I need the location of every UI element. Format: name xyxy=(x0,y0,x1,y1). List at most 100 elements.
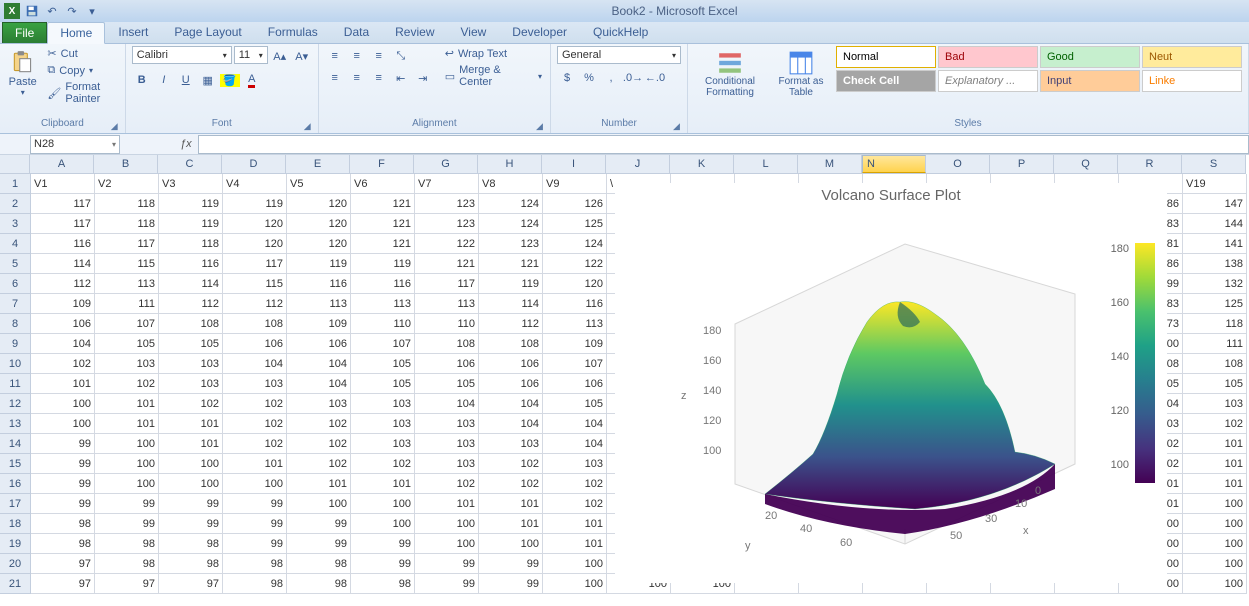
cell[interactable]: 124 xyxy=(479,194,543,214)
cell[interactable]: 126 xyxy=(543,194,607,214)
cell[interactable]: 108 xyxy=(415,334,479,354)
cell[interactable]: 124 xyxy=(543,234,607,254)
cell[interactable]: 105 xyxy=(543,394,607,414)
cell[interactable]: 113 xyxy=(351,294,415,314)
redo-icon[interactable]: ↷ xyxy=(64,3,80,19)
row-header[interactable]: 12 xyxy=(0,394,30,414)
cell[interactable]: 99 xyxy=(31,454,95,474)
tab-quickhelp[interactable]: QuickHelp xyxy=(580,21,661,43)
row-header[interactable]: 16 xyxy=(0,474,30,494)
file-tab[interactable]: File xyxy=(2,22,47,43)
cell[interactable]: 102 xyxy=(287,434,351,454)
cell[interactable]: 132 xyxy=(1183,274,1247,294)
cell[interactable]: 101 xyxy=(287,474,351,494)
column-header[interactable]: B xyxy=(94,155,158,173)
cell[interactable]: 122 xyxy=(415,234,479,254)
cell[interactable]: 109 xyxy=(31,294,95,314)
font-name-select[interactable]: Calibri▾ xyxy=(132,46,232,64)
styles-gallery[interactable]: NormalBadGoodNeutCheck CellExplanatory .… xyxy=(836,46,1242,92)
cell[interactable]: 101 xyxy=(31,374,95,394)
cell[interactable]: 105 xyxy=(1183,374,1247,394)
cell[interactable]: 100 xyxy=(1183,514,1247,534)
row-header[interactable]: 7 xyxy=(0,294,30,314)
cell[interactable]: V6 xyxy=(351,174,415,194)
dialog-launcher-icon[interactable]: ◢ xyxy=(536,121,548,131)
cell[interactable]: 99 xyxy=(95,514,159,534)
column-header[interactable]: O xyxy=(926,155,990,173)
cell[interactable]: 120 xyxy=(287,194,351,214)
cell[interactable]: 104 xyxy=(31,334,95,354)
font-size-select[interactable]: 11▾ xyxy=(234,46,268,64)
decrease-decimal-icon[interactable]: ←.0 xyxy=(645,68,665,88)
tab-developer[interactable]: Developer xyxy=(499,21,580,43)
cell[interactable]: 112 xyxy=(479,314,543,334)
row-header[interactable]: 13 xyxy=(0,414,30,434)
style-chip-bad[interactable]: Bad xyxy=(938,46,1038,68)
orientation-icon[interactable]: ⤡ xyxy=(391,46,411,66)
font-color-button[interactable]: A xyxy=(242,70,262,90)
cell[interactable]: 101 xyxy=(159,414,223,434)
cell[interactable]: 103 xyxy=(351,394,415,414)
row-header[interactable]: 15 xyxy=(0,454,30,474)
cell[interactable]: 121 xyxy=(479,254,543,274)
cell[interactable]: 113 xyxy=(543,314,607,334)
cell[interactable]: 120 xyxy=(223,214,287,234)
comma-icon[interactable]: , xyxy=(601,68,621,88)
undo-icon[interactable]: ↶ xyxy=(44,3,60,19)
cell[interactable]: 100 xyxy=(31,414,95,434)
cell[interactable]: 97 xyxy=(159,574,223,594)
cell[interactable]: 98 xyxy=(159,554,223,574)
cell[interactable]: 103 xyxy=(95,354,159,374)
cell[interactable]: 103 xyxy=(415,454,479,474)
tab-view[interactable]: View xyxy=(448,21,500,43)
cell[interactable]: 100 xyxy=(287,494,351,514)
cell[interactable]: 114 xyxy=(479,294,543,314)
cell[interactable]: 123 xyxy=(479,234,543,254)
row-header[interactable]: 17 xyxy=(0,494,30,514)
cell[interactable]: 99 xyxy=(287,514,351,534)
cell[interactable]: 108 xyxy=(479,334,543,354)
cell[interactable]: 118 xyxy=(95,194,159,214)
cell[interactable]: 101 xyxy=(1183,434,1247,454)
cell[interactable]: 117 xyxy=(31,194,95,214)
cell[interactable]: 99 xyxy=(95,494,159,514)
column-header[interactable]: Q xyxy=(1054,155,1118,173)
save-icon[interactable] xyxy=(24,3,40,19)
row-header[interactable]: 2 xyxy=(0,194,30,214)
cell[interactable]: 120 xyxy=(287,214,351,234)
cell[interactable]: 106 xyxy=(223,334,287,354)
cell[interactable]: 105 xyxy=(159,334,223,354)
cell[interactable]: 114 xyxy=(31,254,95,274)
cell[interactable]: 102 xyxy=(351,454,415,474)
cell[interactable]: 99 xyxy=(31,474,95,494)
cell[interactable]: 102 xyxy=(543,474,607,494)
cell[interactable]: V8 xyxy=(479,174,543,194)
cell[interactable]: 101 xyxy=(415,494,479,514)
cell[interactable]: 113 xyxy=(95,274,159,294)
align-bottom-icon[interactable]: ≡ xyxy=(369,46,389,66)
cell[interactable]: 100 xyxy=(31,394,95,414)
align-middle-icon[interactable]: ≡ xyxy=(347,46,367,66)
cell[interactable]: 98 xyxy=(159,534,223,554)
cell[interactable]: 101 xyxy=(351,474,415,494)
cell[interactable]: 101 xyxy=(95,394,159,414)
style-chip-input[interactable]: Input xyxy=(1040,70,1140,92)
cell[interactable]: 102 xyxy=(415,474,479,494)
cell[interactable]: 125 xyxy=(543,214,607,234)
underline-button[interactable]: U xyxy=(176,70,196,90)
cell[interactable]: 100 xyxy=(415,534,479,554)
cell[interactable]: 102 xyxy=(223,434,287,454)
cell[interactable]: 97 xyxy=(95,574,159,594)
tab-data[interactable]: Data xyxy=(331,21,382,43)
row-header[interactable]: 11 xyxy=(0,374,30,394)
cell[interactable]: 106 xyxy=(479,374,543,394)
cell[interactable]: 100 xyxy=(415,514,479,534)
cell[interactable]: 104 xyxy=(479,394,543,414)
spreadsheet-grid[interactable]: ABCDEFGHIJKLMNOPQRS 12345678910111213141… xyxy=(0,155,1249,606)
cell[interactable]: 101 xyxy=(1183,454,1247,474)
cell[interactable]: 115 xyxy=(95,254,159,274)
cell[interactable]: V19 xyxy=(1183,174,1247,194)
cell[interactable]: 104 xyxy=(543,434,607,454)
cell[interactable]: 118 xyxy=(1183,314,1247,334)
cell[interactable]: 103 xyxy=(415,414,479,434)
